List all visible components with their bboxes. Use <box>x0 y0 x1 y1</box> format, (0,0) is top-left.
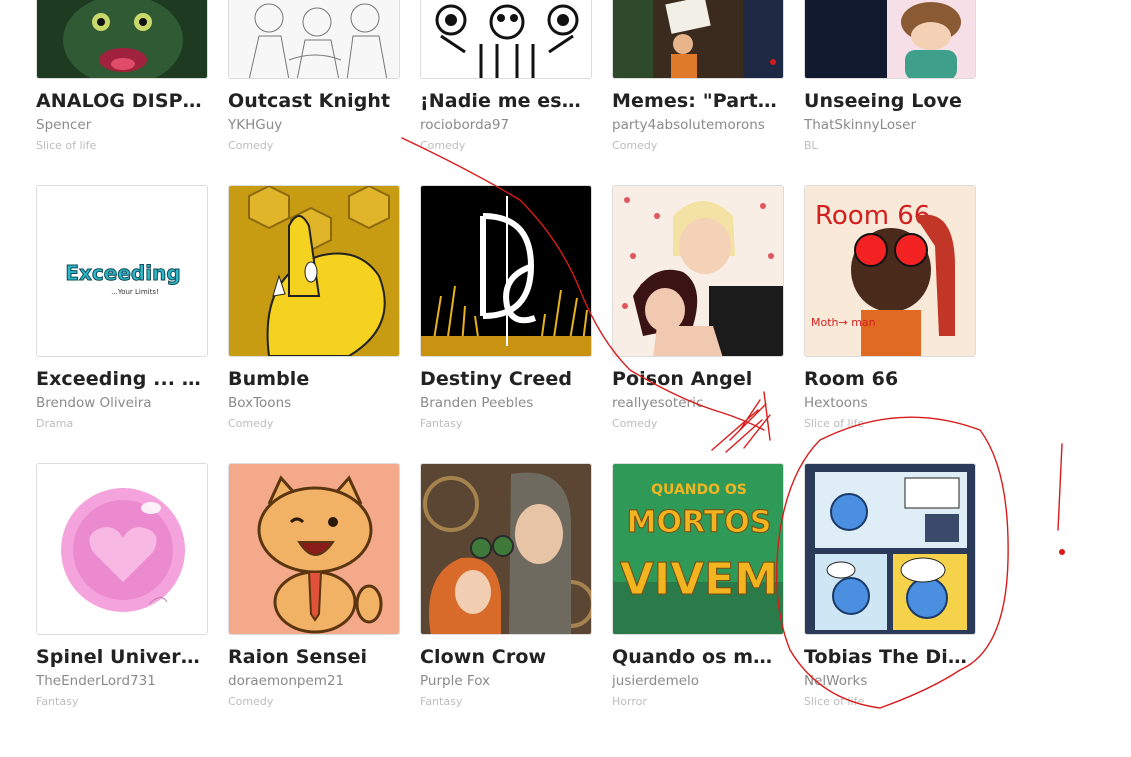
cover-image[interactable] <box>228 0 400 79</box>
series-title[interactable]: ANALOG DISPLA... <box>36 90 208 112</box>
series-title[interactable]: Quando os mort... <box>612 646 784 668</box>
cover-image[interactable]: Room 66 Moth→ man <box>804 185 976 357</box>
cover-image[interactable] <box>228 463 400 635</box>
series-author[interactable]: NelWorks <box>804 673 976 689</box>
cover-subtitle-text: ...Your Limits! <box>111 288 159 296</box>
cover-image[interactable] <box>36 463 208 635</box>
series-author[interactable]: doraemonpem21 <box>228 673 400 689</box>
series-genre: Slice of life <box>804 417 865 430</box>
series-card[interactable]: Raion Sensei doraemonpem21 Comedy <box>228 463 400 708</box>
series-genre: Slice of life <box>804 695 865 708</box>
series-author[interactable]: jusierdemelo <box>612 673 784 689</box>
series-card[interactable]: MORTOS QUANDO OS VIVEM Quando os mort...… <box>612 463 784 708</box>
series-author[interactable]: Spencer <box>36 117 208 133</box>
series-genre: Fantasy <box>420 695 463 708</box>
series-author[interactable]: reallyesoteric <box>612 395 784 411</box>
cover-image[interactable] <box>804 0 976 79</box>
series-card[interactable]: Memes: "Party f... party4absolutemorons … <box>612 0 784 152</box>
cover-image[interactable] <box>804 463 976 635</box>
cover-image[interactable] <box>420 463 592 635</box>
cover-title-text: Room 66 <box>815 201 930 231</box>
cover-title-text: MORTOS <box>627 505 772 540</box>
series-title[interactable]: ¡Nadie me escuc... <box>420 90 592 112</box>
series-author[interactable]: party4absolutemorons <box>612 117 784 133</box>
series-author[interactable]: Purple Fox <box>420 673 592 689</box>
series-genre: Slice of life <box>36 139 97 152</box>
series-card[interactable]: Exceeding ...Your Limits! Exceeding ... … <box>36 185 208 430</box>
series-title[interactable]: Exceeding ... You... <box>36 368 208 390</box>
series-genre: Comedy <box>228 695 274 708</box>
series-author[interactable]: Brendow Oliveira <box>36 395 208 411</box>
cover-image[interactable]: Exceeding ...Your Limits! <box>36 185 208 357</box>
series-card[interactable]: Spinel Universe ... TheEnderLord731 Fant… <box>36 463 208 708</box>
cover-image[interactable] <box>420 185 592 357</box>
series-card[interactable]: Clown Crow Purple Fox Fantasy <box>420 463 592 708</box>
series-genre: Fantasy <box>420 417 463 430</box>
series-genre: Comedy <box>612 139 658 152</box>
cover-title-text: Exceeding <box>65 261 180 285</box>
series-card[interactable]: Room 66 Moth→ man Room 66 Hextoons Slice… <box>804 185 976 430</box>
series-title[interactable]: Room 66 <box>804 368 976 390</box>
series-title[interactable]: Tobias The DigiB... <box>804 646 976 668</box>
series-card[interactable]: Destiny Creed Branden Peebles Fantasy <box>420 185 592 430</box>
svg-text:QUANDO OS: QUANDO OS <box>651 482 747 498</box>
series-author[interactable]: YKHGuy <box>228 117 400 133</box>
series-title[interactable]: Raion Sensei <box>228 646 400 668</box>
series-author[interactable]: Hextoons <box>804 395 976 411</box>
annotation-exclamation-dot <box>1059 549 1065 555</box>
cover-image[interactable] <box>612 185 784 357</box>
cover-subtitle-text: Moth→ man <box>811 316 876 329</box>
series-genre: Drama <box>36 417 74 430</box>
series-genre: Comedy <box>228 417 274 430</box>
series-title[interactable]: Memes: "Party f... <box>612 90 784 112</box>
series-title[interactable]: Destiny Creed <box>420 368 592 390</box>
series-card[interactable]: Outcast Knight YKHGuy Comedy <box>228 0 400 152</box>
series-card[interactable]: ANALOG DISPLA... Spencer Slice of life <box>36 0 208 152</box>
series-title[interactable]: Unseeing Love <box>804 90 976 112</box>
series-card[interactable]: Tobias The DigiB... NelWorks Slice of li… <box>804 463 976 708</box>
series-genre: Comedy <box>420 139 466 152</box>
series-genre: Horror <box>612 695 647 708</box>
cover-image[interactable]: MORTOS QUANDO OS VIVEM <box>612 463 784 635</box>
series-title[interactable]: Clown Crow <box>420 646 592 668</box>
cover-image[interactable] <box>228 185 400 357</box>
series-title[interactable]: Poison Angel <box>612 368 784 390</box>
series-genre: BL <box>804 139 818 152</box>
comic-grid: ANALOG DISPLA... Spencer Slice of life O… <box>0 0 1131 757</box>
series-genre: Comedy <box>228 139 274 152</box>
series-card[interactable]: Poison Angel reallyesoteric Comedy <box>612 185 784 430</box>
series-author[interactable]: BoxToons <box>228 395 400 411</box>
cover-image[interactable] <box>36 0 208 79</box>
series-card[interactable]: Bumble BoxToons Comedy <box>228 185 400 430</box>
series-author[interactable]: TheEnderLord731 <box>36 673 208 689</box>
series-author[interactable]: Branden Peebles <box>420 395 592 411</box>
series-author[interactable]: ThatSkinnyLoser <box>804 117 976 133</box>
cover-image[interactable] <box>420 0 592 79</box>
series-title[interactable]: Outcast Knight <box>228 90 400 112</box>
series-card[interactable]: Unseeing Love ThatSkinnyLoser BL <box>804 0 976 152</box>
series-title[interactable]: Spinel Universe ... <box>36 646 208 668</box>
series-card[interactable]: ¡Nadie me escuc... rocioborda97 Comedy <box>420 0 592 152</box>
annotation-exclamation-bar <box>1057 443 1063 531</box>
series-title[interactable]: Bumble <box>228 368 400 390</box>
svg-text:VIVEM: VIVEM <box>620 554 778 605</box>
series-author[interactable]: rocioborda97 <box>420 117 592 133</box>
series-genre: Comedy <box>612 417 658 430</box>
series-genre: Fantasy <box>36 695 79 708</box>
cover-image[interactable] <box>612 0 784 79</box>
